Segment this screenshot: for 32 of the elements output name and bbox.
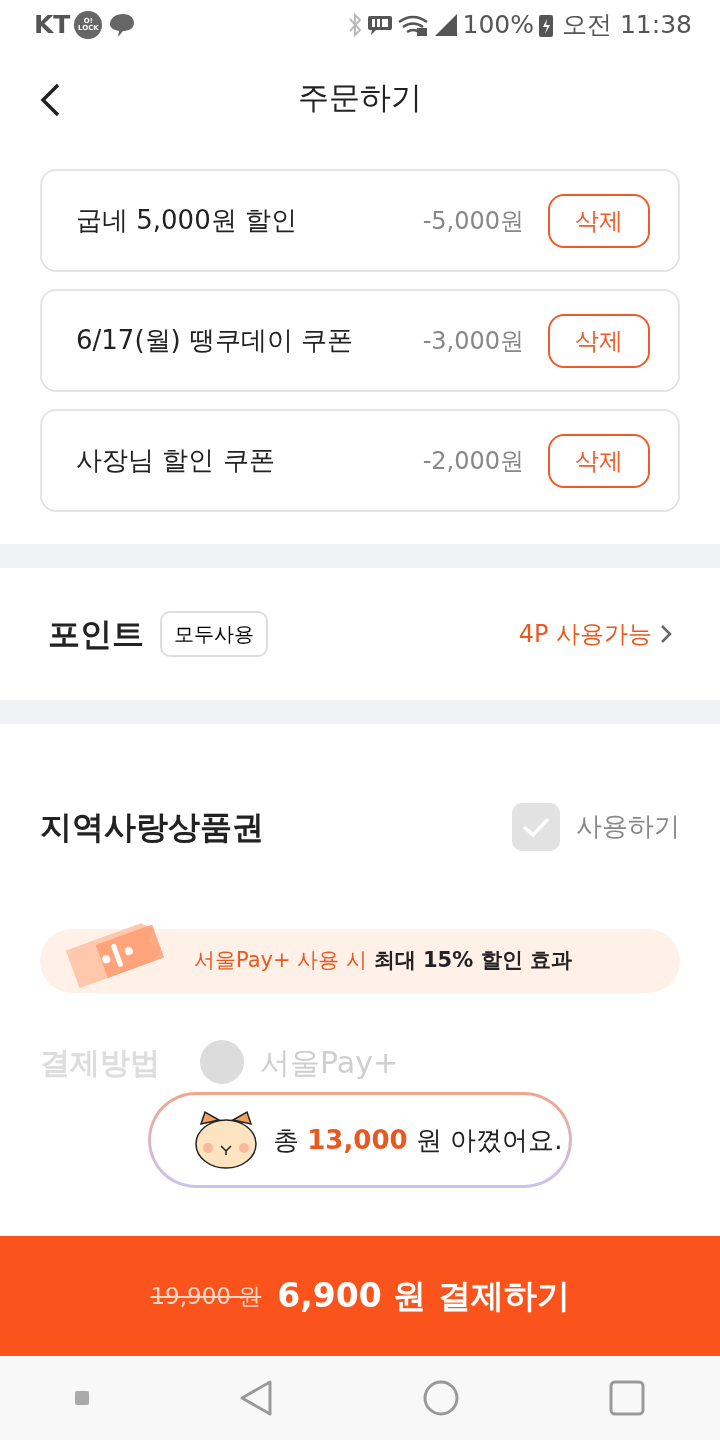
chevron-right-icon [660,624,672,644]
radio-icon [200,1040,244,1084]
delete-button[interactable]: 삭제 [548,193,650,248]
cat-icon [193,1110,259,1170]
section-title: 포인트 [48,614,144,655]
coupon-name: 사장님 할인 쿠폰 [76,444,275,477]
toast-message: 총 13,000 원 아꼈어요. [273,1123,563,1157]
section-title: 지역사랑상품권 [40,806,264,848]
points-available-link[interactable]: 4P 사용가능 [518,616,672,652]
delete-button[interactable]: 삭제 [548,433,650,488]
check-icon [521,815,551,838]
delete-button[interactable]: 삭제 [548,313,650,368]
carrier-name: KT [34,9,71,42]
bluetooth-icon [346,12,363,38]
battery-percent: 100% [462,9,534,42]
use-all-button[interactable]: 모두사용 [160,611,268,657]
page-title: 주문하기 [298,78,422,118]
home-icon[interactable] [423,1380,459,1416]
discount-amount: -5,000원 [422,205,524,237]
coupon-name: 굽네 5,000원 할인 [76,204,297,237]
recent-apps-icon[interactable] [609,1380,645,1416]
discount-amount: -3,000원 [422,325,524,357]
discount-amount: -2,000원 [422,445,524,477]
hd-icon [366,14,393,36]
checkbox-label: 사용하기 [576,810,680,843]
battery-icon [538,12,554,38]
back-icon[interactable] [38,82,62,118]
wifi-icon [396,13,429,37]
pay-button[interactable]: 19,900 원 6,900 원 결제하기 [0,1236,720,1356]
banner-text: 서울Pay+ 사용 시 최대 15% 할인 효과 [194,947,572,975]
coupon-name: 6/17(월) 땡쿠데이 쿠폰 [76,324,354,357]
clock: 오전 11:38 [562,9,692,42]
